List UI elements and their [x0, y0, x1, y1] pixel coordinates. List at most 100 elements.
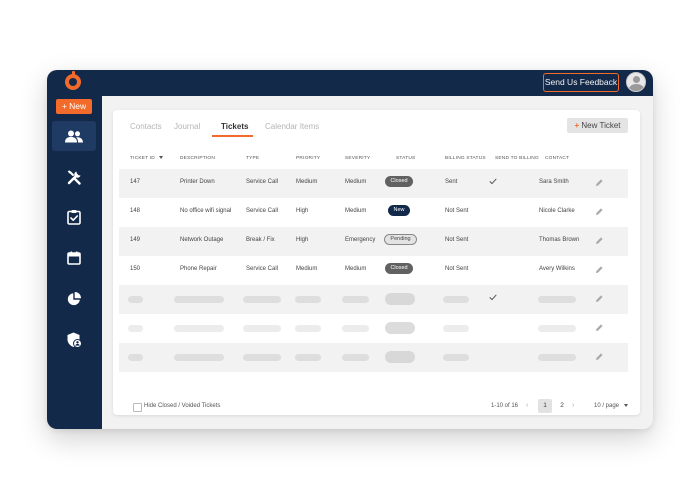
- skeleton-bar: [174, 325, 224, 332]
- page-button-1[interactable]: 1: [538, 399, 552, 413]
- sidebar: + New: [47, 96, 102, 429]
- avatar[interactable]: [626, 72, 646, 92]
- table-row[interactable]: 150 Phone Repair Service Call Medium Med…: [119, 256, 628, 285]
- sidebar-item-calendar[interactable]: [52, 243, 96, 273]
- ticket-type: Service Call: [246, 179, 279, 185]
- skeleton-bar: [128, 296, 143, 303]
- page-button-2[interactable]: 2: [555, 399, 569, 413]
- ticket-priority: High: [296, 208, 309, 214]
- page-size-select[interactable]: 10 / page: [594, 403, 629, 409]
- status-badge: Closed: [385, 176, 413, 187]
- skeleton-bar: [243, 325, 281, 332]
- ticket-id: 147: [130, 179, 141, 185]
- billing-status: Not Sent: [445, 237, 469, 243]
- ticket-type: Break / Fix: [246, 237, 275, 243]
- column-header-status: STATUS: [396, 156, 416, 161]
- ticket-priority: Medium: [296, 266, 318, 272]
- skeleton-pill: [385, 351, 415, 363]
- app-window: Send Us Feedback + New Contacts Journal …: [47, 70, 653, 429]
- column-header-ticket-id[interactable]: TICKET ID: [130, 156, 163, 161]
- ticket-id: 150: [130, 266, 141, 272]
- skeleton-pill: [385, 293, 415, 305]
- ticket-description: Phone Repair: [180, 266, 217, 272]
- avatar-head: [633, 76, 640, 83]
- shield-user-icon: [67, 332, 82, 348]
- send-feedback-button[interactable]: Send Us Feedback: [543, 73, 619, 92]
- table-row[interactable]: 149 Network Outage Break / Fix High Emer…: [119, 227, 628, 256]
- skeleton-bar: [342, 325, 369, 332]
- billing-status: Not Sent: [445, 266, 469, 272]
- next-page-icon[interactable]: ›: [572, 402, 574, 409]
- avatar-body: [629, 84, 644, 91]
- pie-chart-icon: [67, 292, 81, 306]
- billing-status: Sent: [445, 179, 458, 185]
- ticket-description: Network Outage: [180, 237, 224, 243]
- new-button[interactable]: + New: [56, 99, 92, 114]
- placeholder-row: [119, 343, 628, 372]
- sort-desc-icon[interactable]: [158, 156, 163, 160]
- hide-closed-checkbox[interactable]: [133, 403, 142, 412]
- tab-journal[interactable]: Journal: [174, 122, 200, 131]
- check-icon: [489, 178, 497, 185]
- tools-icon: [67, 169, 81, 185]
- skeleton-pill: [385, 322, 415, 334]
- pencil-icon[interactable]: [595, 236, 604, 245]
- tab-calendar-items[interactable]: Calendar Items: [265, 122, 319, 131]
- skeleton-bar: [295, 354, 321, 361]
- skeleton-bar: [443, 354, 469, 361]
- new-ticket-label: New Ticket: [581, 121, 621, 130]
- skeleton-bar: [443, 296, 469, 303]
- sidebar-item-contacts[interactable]: [52, 121, 96, 151]
- sidebar-item-tools[interactable]: [52, 162, 96, 192]
- skeleton-bar: [128, 325, 143, 332]
- column-header-priority: PRIORITY: [296, 156, 321, 161]
- ticket-type: Service Call: [246, 266, 279, 272]
- table-row[interactable]: 147 Printer Down Service Call Medium Med…: [119, 169, 628, 198]
- users-icon: [65, 130, 83, 142]
- sidebar-item-reports[interactable]: [52, 284, 96, 314]
- calendar-icon: [67, 251, 81, 265]
- skeleton-bar: [295, 325, 321, 332]
- sidebar-item-tickets[interactable]: [52, 202, 96, 232]
- column-header-description: DESCRIPTION: [180, 156, 215, 161]
- pencil-icon[interactable]: [595, 265, 604, 274]
- pagination-range: 1-10 of 16: [491, 403, 519, 409]
- check-icon: [489, 294, 497, 301]
- placeholder-row: [119, 314, 628, 343]
- skeleton-bar: [174, 354, 224, 361]
- top-bar: Send Us Feedback: [47, 70, 653, 96]
- ticket-type: Service Call: [246, 208, 279, 214]
- skeleton-bar: [342, 296, 369, 303]
- ticket-severity: Medium: [345, 266, 367, 272]
- status-badge: Closed: [385, 263, 413, 274]
- page-size-label: 10 / page: [594, 403, 620, 409]
- column-header-billing-status: BILLING STATUS: [445, 156, 486, 161]
- ticket-contact: Avery Wilkins: [539, 266, 575, 272]
- pencil-icon[interactable]: [595, 323, 604, 332]
- tab-contacts[interactable]: Contacts: [130, 122, 162, 131]
- tickets-panel: Contacts Journal Tickets Calendar Items …: [113, 110, 640, 415]
- column-header-contact: CONTACT: [545, 156, 570, 161]
- column-header-severity: SEVERITY: [345, 156, 371, 161]
- column-header-type: TYPE: [246, 156, 260, 161]
- pencil-icon[interactable]: [595, 294, 604, 303]
- column-header-label: TICKET ID: [130, 156, 155, 161]
- prev-page-icon[interactable]: ‹: [526, 402, 528, 409]
- sidebar-item-admin[interactable]: [52, 325, 96, 355]
- billing-status: Not Sent: [445, 208, 469, 214]
- pencil-icon[interactable]: [595, 352, 604, 361]
- status-badge: New: [388, 205, 410, 216]
- pencil-icon[interactable]: [595, 207, 604, 216]
- table-row[interactable]: 148 No office wifi signal Service Call H…: [119, 198, 628, 227]
- skeleton-bar: [443, 325, 469, 332]
- logo-icon[interactable]: [65, 71, 81, 90]
- ticket-contact: Sara Smith: [539, 179, 569, 185]
- pencil-icon[interactable]: [595, 178, 604, 187]
- tab-tickets[interactable]: Tickets: [221, 122, 248, 131]
- ticket-id: 148: [130, 208, 141, 214]
- status-badge: Pending: [384, 234, 417, 245]
- ticket-description: No office wifi signal: [180, 208, 232, 214]
- new-ticket-button[interactable]: + New Ticket: [567, 118, 628, 133]
- ticket-id: 149: [130, 237, 141, 243]
- ticket-priority: Medium: [296, 179, 318, 185]
